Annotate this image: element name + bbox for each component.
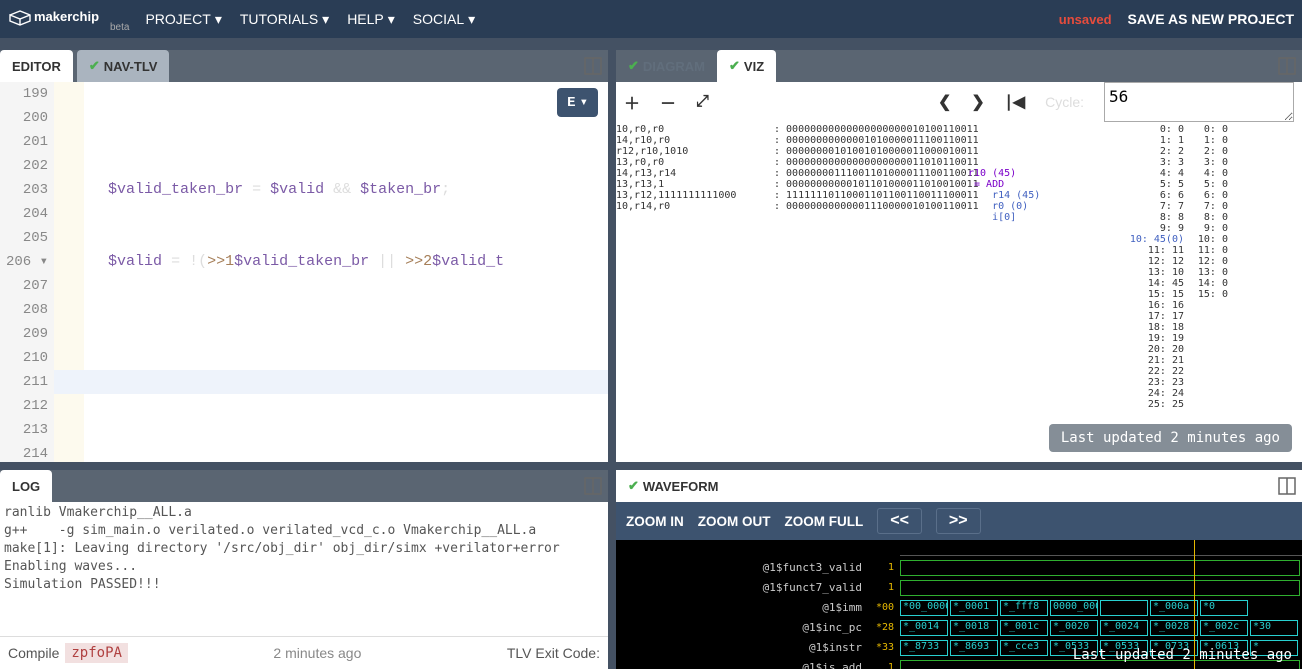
check-icon: ✔ bbox=[89, 58, 100, 74]
zoom-out-icon[interactable]: － bbox=[660, 90, 676, 114]
signal-value: *00 bbox=[868, 598, 898, 618]
cycle-input[interactable] bbox=[1104, 82, 1294, 122]
zoom-out-button[interactable]: ZOOM OUT bbox=[698, 514, 771, 529]
compile-id[interactable]: zpfoPA bbox=[65, 643, 128, 663]
log-status: Compile zpfoPA 2 minutes ago TLV Exit Co… bbox=[0, 636, 608, 669]
check-icon: ✔ bbox=[628, 58, 639, 74]
exit-code-label: TLV Exit Code: bbox=[507, 645, 600, 661]
wave-last-updated: Last updated 2 minutes ago bbox=[1073, 647, 1292, 663]
unsaved-label: unsaved bbox=[1059, 12, 1112, 27]
save-as-button[interactable]: SAVE AS NEW PROJECT bbox=[1128, 11, 1294, 27]
wave-button-bar: ZOOM IN ZOOM OUT ZOOM FULL << >> bbox=[616, 502, 1302, 540]
viz-body[interactable]: 10,r0,r0 14,r10,r0 r12,r10,1010 13,r0,r0… bbox=[616, 122, 1302, 462]
top-nav: makerchip beta PROJECT▾ TUTORIALS▾ HELP▾… bbox=[0, 0, 1302, 38]
layout-icon[interactable] bbox=[584, 57, 602, 75]
step-fwd-icon[interactable]: ❯ bbox=[971, 92, 984, 112]
signal-value: *28 bbox=[868, 618, 898, 638]
caret-down-icon: ▾ bbox=[580, 94, 588, 111]
compile-label: Compile bbox=[8, 645, 59, 661]
tab-viz[interactable]: ✔VIZ bbox=[717, 50, 776, 82]
waveform-panel: ✔WAVEFORM ZOOM IN ZOOM OUT ZOOM FULL << … bbox=[616, 470, 1302, 669]
wave-row[interactable] bbox=[900, 578, 1302, 598]
scroll-right-button[interactable]: >> bbox=[936, 508, 981, 534]
tabstrip-bg bbox=[0, 38, 1302, 50]
tab-diagram[interactable]: ✔DIAGRAM bbox=[616, 50, 717, 82]
layout-icon[interactable] bbox=[1278, 477, 1296, 495]
tab-waveform[interactable]: ✔WAVEFORM bbox=[616, 470, 731, 502]
scroll-left-button[interactable]: << bbox=[877, 508, 922, 534]
zoom-in-icon[interactable]: ＋ bbox=[624, 90, 640, 114]
expand-icon[interactable]: ⤢ bbox=[696, 93, 709, 111]
step-back-icon[interactable]: ❮ bbox=[938, 92, 951, 112]
caret-down-icon: ▾ bbox=[322, 11, 329, 28]
signal-label[interactable]: @1$is_add bbox=[616, 658, 868, 669]
signal-label[interactable]: @1$funct7_valid bbox=[616, 578, 868, 598]
signal-value: 1 bbox=[868, 658, 898, 669]
wave-row[interactable]: *00_0000*_0001*_fff80000_0000*_000a*0 bbox=[900, 598, 1302, 618]
caret-down-icon: ▾ bbox=[468, 11, 475, 28]
zoom-in-button[interactable]: ZOOM IN bbox=[626, 514, 684, 529]
layout-icon[interactable] bbox=[584, 477, 602, 495]
menu-tutorials[interactable]: TUTORIALS▾ bbox=[240, 11, 329, 28]
layout-icon[interactable] bbox=[1278, 57, 1296, 75]
signal-value: 1 bbox=[868, 558, 898, 578]
viz-panel: ✔DIAGRAM ✔VIZ ＋ － ⤢ ❮ ❯ ∣◀ Cycle: 10,r0,… bbox=[616, 50, 1302, 462]
viz-last-updated: Last updated 2 minutes ago bbox=[1049, 424, 1292, 452]
signal-label[interactable]: @1$funct3_valid bbox=[616, 558, 868, 578]
svg-text:makerchip: makerchip bbox=[34, 9, 99, 24]
code-area[interactable]: $valid_taken_br = $valid && $taken_br; $… bbox=[54, 82, 608, 462]
check-icon: ✔ bbox=[729, 58, 740, 74]
wave-row[interactable] bbox=[900, 558, 1302, 578]
caret-down-icon: ▾ bbox=[215, 11, 222, 28]
gutter: 199200201202203204205206 ▾20720820921021… bbox=[0, 82, 54, 462]
beta-label: beta bbox=[110, 22, 129, 33]
menu-help[interactable]: HELP▾ bbox=[347, 11, 395, 28]
logo-icon: makerchip bbox=[8, 6, 104, 30]
signal-value: *33 bbox=[868, 638, 898, 658]
signal-label[interactable]: @1$instr bbox=[616, 638, 868, 658]
e-dropdown-button[interactable]: E▾ bbox=[557, 88, 598, 117]
editor-panel: EDITOR ✔NAV-TLV 199200201202203204205206… bbox=[0, 50, 608, 462]
check-icon: ✔ bbox=[628, 478, 639, 494]
wave-row[interactable]: *_0014*_0018*_001c*_0020*_0024*_0028*_00… bbox=[900, 618, 1302, 638]
signal-label[interactable]: @1$inc_pc bbox=[616, 618, 868, 638]
logo-block: makerchip beta bbox=[8, 6, 129, 33]
cycle-label: Cycle: bbox=[1045, 94, 1084, 110]
signal-value: 1 bbox=[868, 578, 898, 598]
zoom-full-button[interactable]: ZOOM FULL bbox=[785, 514, 864, 529]
tab-editor[interactable]: EDITOR bbox=[0, 50, 73, 82]
signal-label[interactable]: @1$imm bbox=[616, 598, 868, 618]
caret-down-icon: ▾ bbox=[388, 11, 395, 28]
viz-toolbar: ＋ － ⤢ ❮ ❯ ∣◀ Cycle: bbox=[616, 82, 1302, 122]
tab-log[interactable]: LOG bbox=[0, 470, 52, 502]
editor-body[interactable]: 199200201202203204205206 ▾20720820921021… bbox=[0, 82, 608, 462]
menu-social[interactable]: SOCIAL▾ bbox=[413, 11, 475, 28]
log-body[interactable]: ranlib Vmakerchip__ALL.a g++ -g sim_main… bbox=[0, 502, 608, 636]
skip-start-icon[interactable]: ∣◀ bbox=[1005, 92, 1025, 112]
menu-project[interactable]: PROJECT▾ bbox=[145, 11, 221, 28]
log-time: 2 minutes ago bbox=[134, 645, 501, 661]
menu-bar: PROJECT▾ TUTORIALS▾ HELP▾ SOCIAL▾ bbox=[145, 11, 475, 28]
log-panel: LOG ranlib Vmakerchip__ALL.a g++ -g sim_… bbox=[0, 470, 608, 669]
tab-nav-tlv[interactable]: ✔NAV-TLV bbox=[77, 50, 170, 82]
waveform-area[interactable]: @1$funct3_valid@1$funct7_valid@1$imm@1$i… bbox=[616, 540, 1302, 669]
